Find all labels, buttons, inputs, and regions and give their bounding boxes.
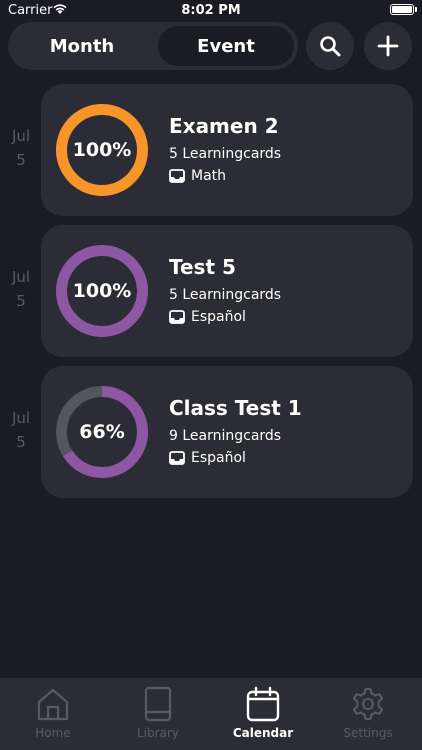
tab-settings-label: Settings <box>343 726 393 740</box>
event-subject: Español <box>169 309 246 325</box>
tab-calendar-label: Calendar <box>232 726 294 740</box>
event-subject: Español <box>169 450 246 466</box>
event-date-month: Jul <box>11 127 31 145</box>
tab-home-label: Home <box>35 726 71 740</box>
event-subject-label: Español <box>191 450 246 466</box>
tab-calendar[interactable]: Calendar <box>228 686 298 740</box>
event-date: Jul 5 <box>0 265 42 313</box>
event-subject-label: Español <box>191 309 246 325</box>
battery-tip <box>415 7 417 12</box>
tray-icon <box>169 310 185 324</box>
status-time: 8:02 PM <box>181 3 241 18</box>
gear-icon <box>353 688 383 720</box>
tab-library[interactable]: Library <box>123 686 193 740</box>
event-date: Jul 5 <box>0 124 42 172</box>
event-card-count: 5 Learningcards <box>169 146 282 162</box>
event-card[interactable]: 66% Class Test 1 9 Learningcards Español <box>41 366 413 498</box>
segment-event[interactable]: Event <box>158 26 294 66</box>
event-card-count: 9 Learningcards <box>169 428 282 444</box>
book-icon <box>144 686 172 722</box>
segment-month[interactable]: Month <box>12 26 152 66</box>
tray-icon <box>169 451 185 465</box>
event-date: Jul 5 <box>0 406 42 454</box>
event-subject: Math <box>169 168 226 184</box>
search-button[interactable] <box>306 22 354 70</box>
event-card[interactable]: 100% Examen 2 5 Learningcards Math <box>41 84 413 216</box>
tab-library-label: Library <box>137 726 179 740</box>
event-date-day: 5 <box>16 151 26 169</box>
plus-icon <box>377 35 399 57</box>
status-bar: Carrier 8:02 PM <box>0 0 422 22</box>
progress-label: 100% <box>72 139 132 161</box>
progress-label: 66% <box>79 421 125 443</box>
event-title: Class Test 1 <box>169 396 302 420</box>
add-event-button[interactable] <box>364 22 412 70</box>
event-row: Jul 5 66% Class Test 1 9 Learningcards E… <box>0 366 422 498</box>
event-title: Test 5 <box>169 255 236 279</box>
event-card[interactable]: 100% Test 5 5 Learningcards Español <box>41 225 413 357</box>
event-row: Jul 5 100% Test 5 5 Learningcards Españo… <box>0 225 422 357</box>
tray-icon <box>169 169 185 183</box>
battery-icon <box>390 4 414 15</box>
search-icon <box>320 36 341 57</box>
event-date-month: Jul <box>11 268 31 286</box>
event-title: Examen 2 <box>169 114 279 138</box>
event-date-day: 5 <box>16 292 26 310</box>
event-subject-label: Math <box>191 168 227 184</box>
event-date-month: Jul <box>11 409 31 427</box>
home-icon <box>37 688 69 721</box>
calendar-icon <box>246 686 280 722</box>
view-segmented-control: Month Event <box>8 22 298 70</box>
tab-settings[interactable]: Settings <box>333 686 403 740</box>
tab-bar: Home Library Calendar Settings <box>0 678 422 750</box>
event-date-day: 5 <box>16 433 26 451</box>
progress-label: 100% <box>72 280 132 302</box>
event-row: Jul 5 100% Examen 2 5 Learningcards Math <box>0 84 422 216</box>
event-card-count: 5 Learningcards <box>169 287 282 303</box>
tab-home[interactable]: Home <box>18 686 88 740</box>
